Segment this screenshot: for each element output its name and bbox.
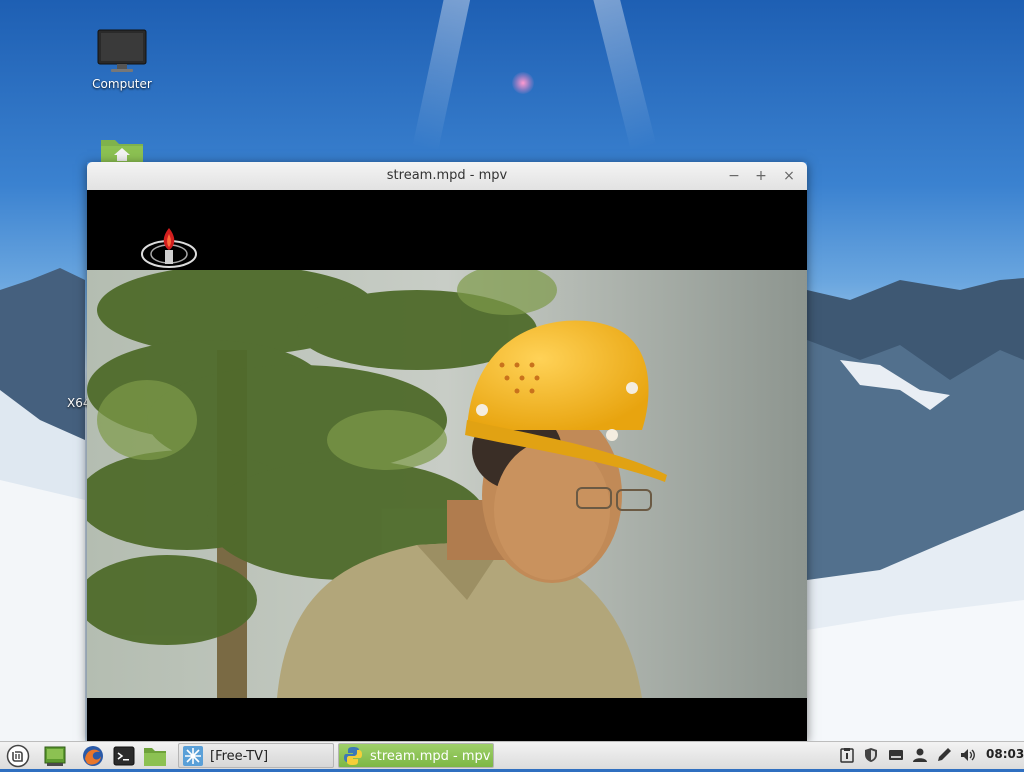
monitor-icon	[97, 29, 147, 72]
python-icon	[344, 747, 362, 765]
show-desktop-launcher[interactable]	[44, 745, 66, 767]
task-button-free-tv[interactable]: [Free-TV]	[178, 743, 334, 768]
home-folder-icon	[101, 140, 143, 164]
pen-icon[interactable]	[936, 747, 952, 763]
clipboard-icon[interactable]	[839, 747, 855, 763]
light-ray	[589, 0, 657, 151]
start-menu-button[interactable]	[6, 744, 30, 768]
shield-icon[interactable]	[863, 747, 879, 763]
sun-flare	[512, 72, 534, 94]
mint-menu-icon	[6, 744, 30, 768]
keyboard-icon[interactable]	[888, 747, 904, 763]
window-title: stream.mpd - mpv	[386, 168, 508, 183]
task-button-mpv[interactable]: stream.mpd - mpv	[338, 743, 494, 768]
channel-logo-icon	[141, 228, 197, 268]
firefox-icon	[83, 746, 103, 766]
task-label: stream.mpd - mpv	[370, 749, 491, 764]
video-scene-image	[87, 270, 807, 698]
user-icon[interactable]	[912, 747, 928, 763]
video-frame	[87, 270, 807, 698]
clock[interactable]: 08:03	[986, 747, 1024, 761]
desktop-icon-label: Computer	[92, 77, 152, 91]
terminal-launcher[interactable]	[113, 745, 135, 767]
firefox-launcher[interactable]	[82, 745, 104, 767]
files-icon	[144, 748, 166, 766]
snowflake-icon	[183, 746, 203, 766]
task-label: [Free-TV]	[210, 749, 269, 764]
taskbar: [Free-TV] stream.mpd - mpv 08:03	[0, 741, 1024, 769]
light-ray	[412, 0, 474, 151]
terminal-icon	[113, 746, 135, 766]
volume-icon[interactable]	[960, 747, 976, 763]
close-button[interactable]: ×	[780, 167, 798, 185]
desktop-icon-computer[interactable]: Computer	[82, 28, 162, 91]
maximize-button[interactable]: +	[752, 167, 770, 185]
minimize-button[interactable]: −	[725, 167, 743, 185]
window-titlebar[interactable]: stream.mpd - mpv − + ×	[87, 162, 807, 191]
show-desktop-icon	[44, 746, 66, 766]
video-display[interactable]	[87, 190, 807, 741]
mpv-window[interactable]: stream.mpd - mpv − + ×	[87, 162, 807, 741]
files-launcher[interactable]	[143, 745, 166, 767]
